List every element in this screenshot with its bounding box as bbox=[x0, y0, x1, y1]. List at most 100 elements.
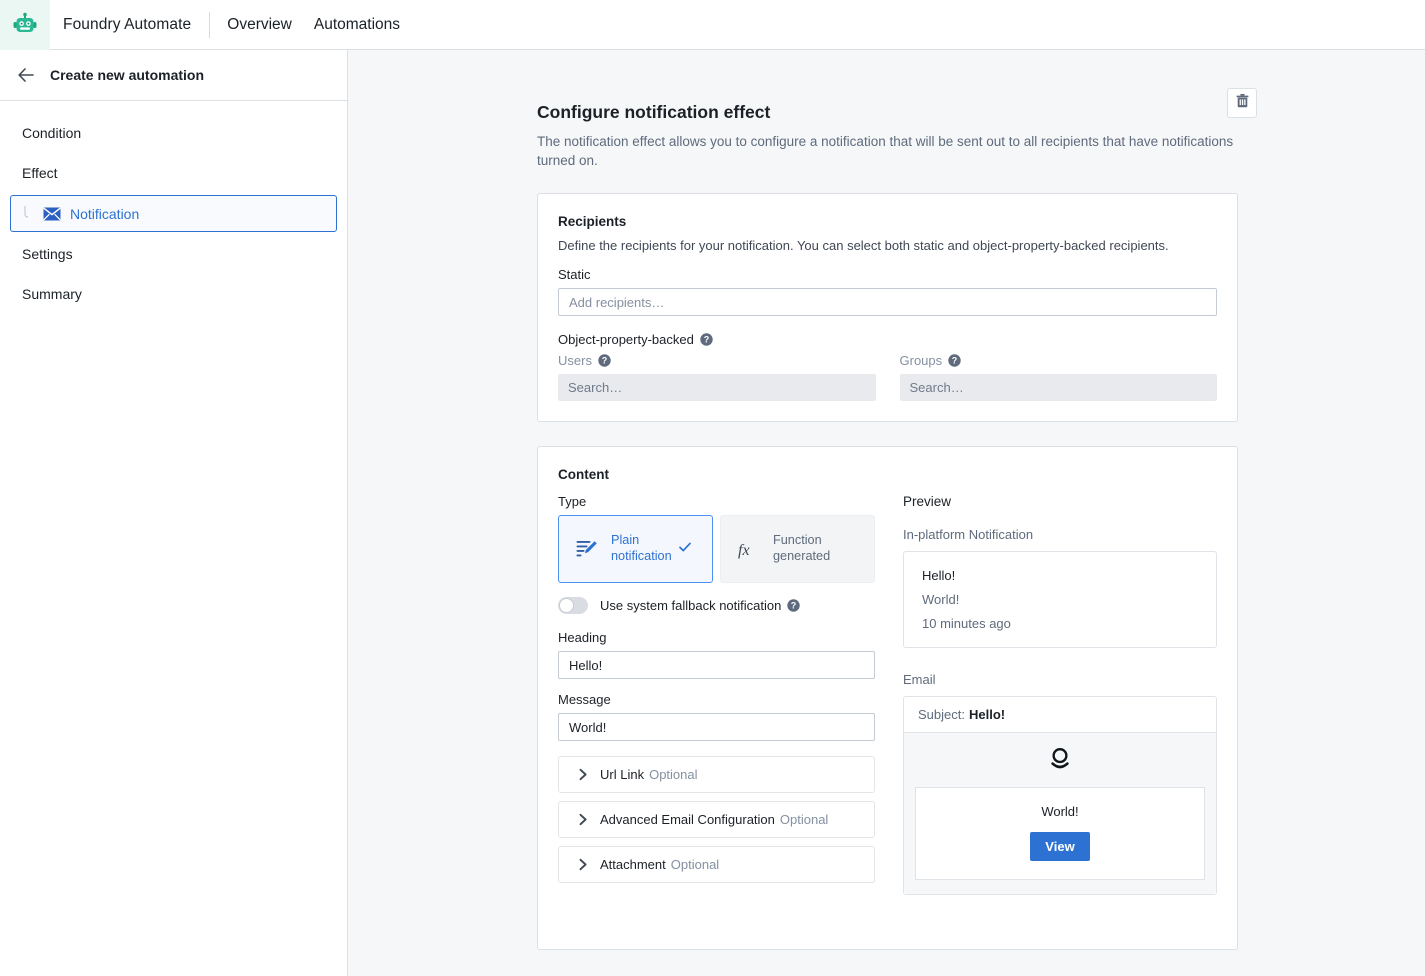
email-preview-label: Email bbox=[903, 672, 936, 688]
compose-icon bbox=[575, 539, 599, 559]
sidebar-item-notification[interactable]: Notification bbox=[10, 195, 337, 232]
sidebar-item-label: Condition bbox=[22, 125, 82, 141]
help-icon[interactable]: ? bbox=[948, 354, 961, 368]
main-content-area: Configure notification effect The notifi… bbox=[348, 50, 1425, 976]
palantir-logo-icon bbox=[915, 746, 1205, 777]
sidebar-item-label: Notification bbox=[70, 205, 140, 222]
heading-label: Heading bbox=[558, 630, 607, 646]
svg-text:fx: fx bbox=[738, 542, 750, 559]
in-platform-notification-preview: Hello! World! 10 minutes ago bbox=[903, 551, 1217, 649]
sidebar-title: Create new automation bbox=[50, 67, 205, 83]
email-subject-prefix: Subject: bbox=[918, 707, 965, 723]
in-platform-notification-label: In-platform Notification bbox=[903, 527, 1034, 543]
collapsible-attachment[interactable]: Attachment Optional bbox=[558, 846, 875, 884]
users-label-text: Users bbox=[558, 353, 592, 369]
object-property-backed-text: Object-property-backed bbox=[558, 332, 694, 348]
robot-icon bbox=[12, 12, 38, 38]
email-subject-row: Subject: Hello! bbox=[904, 697, 1216, 734]
sidebar-steps-list: Condition Effect Notification Settings S… bbox=[0, 101, 347, 314]
app-logo-tile[interactable] bbox=[0, 0, 50, 50]
message-label: Message bbox=[558, 692, 611, 708]
type-label-line2: generated bbox=[773, 549, 831, 564]
type-label-line2: notification bbox=[611, 549, 672, 564]
svg-text:?: ? bbox=[952, 356, 958, 366]
heading-input[interactable] bbox=[558, 651, 875, 680]
toggle-knob bbox=[559, 598, 574, 614]
delete-effect-button[interactable] bbox=[1227, 88, 1257, 118]
collapsible-optional-tag: Optional bbox=[670, 857, 720, 873]
top-navigation-bar: Foundry Automate Overview Automations bbox=[0, 0, 1425, 50]
tree-elbow-icon bbox=[21, 204, 37, 224]
sidebar-item-label: Settings bbox=[22, 246, 73, 262]
arrow-left-icon[interactable] bbox=[16, 65, 36, 85]
fallback-toggle-label: Use system fallback notification ? bbox=[600, 598, 801, 614]
fx-icon: fx bbox=[737, 538, 761, 560]
collapsible-label: Url Link bbox=[600, 767, 645, 783]
optional-sections: Url Link Optional Advanced Email Configu… bbox=[558, 756, 875, 884]
check-icon bbox=[678, 540, 692, 559]
preview-notification-heading: Hello! bbox=[922, 568, 956, 584]
topbar-divider bbox=[209, 11, 211, 38]
page-header: Configure notification effect The notifi… bbox=[537, 88, 1257, 170]
sidebar-item-summary[interactable]: Summary bbox=[0, 274, 347, 314]
email-view-button[interactable]: View bbox=[1030, 832, 1090, 862]
collapsible-optional-tag: Optional bbox=[649, 767, 698, 783]
svg-text:?: ? bbox=[791, 601, 797, 611]
preview-column: Preview In-platform Notification Hello! … bbox=[903, 494, 1217, 896]
help-icon[interactable]: ? bbox=[598, 354, 611, 368]
groups-label-text: Groups bbox=[899, 353, 943, 369]
collapsible-optional-tag: Optional bbox=[779, 812, 829, 828]
sidebar-item-effect[interactable]: Effect bbox=[0, 153, 347, 193]
email-message-card: World! View bbox=[915, 787, 1205, 881]
type-option-function-generated[interactable]: fx Function generated bbox=[720, 515, 875, 584]
preview-notification-time: 10 minutes ago bbox=[922, 616, 1011, 632]
type-option-label: Function generated bbox=[773, 533, 830, 565]
help-icon[interactable]: ? bbox=[787, 599, 801, 613]
collapsible-advanced-email-configuration[interactable]: Advanced Email Configuration Optional bbox=[558, 801, 875, 839]
groups-search-input[interactable] bbox=[899, 374, 1217, 402]
fallback-toggle-text: Use system fallback notification bbox=[600, 598, 782, 614]
content-card: Content Type Plain notification fx Funct… bbox=[537, 446, 1238, 951]
static-label: Static bbox=[558, 267, 591, 283]
email-message-text: World! bbox=[1041, 804, 1079, 820]
page-description: The notification effect allows you to co… bbox=[537, 134, 1234, 169]
collapsible-url-link[interactable]: Url Link Optional bbox=[558, 756, 875, 794]
recipients-card: Recipients Define the recipients for you… bbox=[537, 193, 1238, 423]
type-label-line1: Plain bbox=[611, 533, 640, 548]
help-icon[interactable]: ? bbox=[700, 333, 713, 347]
app-brand-title: Foundry Automate bbox=[63, 15, 192, 33]
recipients-description: Define the recipients for your notificat… bbox=[558, 238, 1169, 254]
sidebar-item-label: Summary bbox=[22, 286, 82, 302]
type-label: Type bbox=[558, 494, 587, 510]
nav-item-automations[interactable]: Automations bbox=[314, 16, 400, 34]
type-label-line1: Function bbox=[773, 533, 822, 548]
envelope-icon bbox=[43, 207, 61, 221]
email-subject-value: Hello! bbox=[968, 707, 1006, 723]
object-property-backed-fields: Users ? Groups bbox=[558, 353, 1217, 402]
preview-notification-body: World! bbox=[922, 592, 960, 608]
nav-item-overview[interactable]: Overview bbox=[227, 16, 292, 34]
trash-icon bbox=[1235, 93, 1250, 114]
message-input[interactable] bbox=[558, 713, 875, 742]
content-title: Content bbox=[558, 467, 609, 483]
chevron-right-icon bbox=[578, 768, 589, 781]
sidebar-item-condition[interactable]: Condition bbox=[0, 113, 347, 153]
recipients-title: Recipients bbox=[558, 214, 627, 230]
heading-field-group: Heading bbox=[558, 630, 875, 680]
groups-field-group: Groups ? bbox=[899, 353, 1217, 402]
collapsible-label: Attachment bbox=[600, 857, 666, 873]
fallback-toggle-row: Use system fallback notification ? bbox=[558, 597, 875, 615]
use-system-fallback-toggle[interactable] bbox=[558, 597, 588, 615]
email-body: World! View bbox=[904, 733, 1216, 895]
static-recipients-input[interactable] bbox=[558, 288, 1217, 317]
collapsible-label: Advanced Email Configuration bbox=[600, 812, 775, 828]
object-property-backed-label: Object-property-backed ? bbox=[558, 332, 1217, 347]
users-search-input[interactable] bbox=[558, 374, 876, 402]
sidebar-item-settings[interactable]: Settings bbox=[0, 234, 347, 274]
chevron-right-icon bbox=[578, 858, 589, 871]
sidebar-item-label: Effect bbox=[22, 165, 58, 181]
type-option-plain-notification[interactable]: Plain notification bbox=[558, 515, 713, 584]
svg-text:?: ? bbox=[704, 335, 710, 345]
chevron-right-icon bbox=[578, 813, 589, 826]
message-field-group: Message bbox=[558, 692, 875, 742]
